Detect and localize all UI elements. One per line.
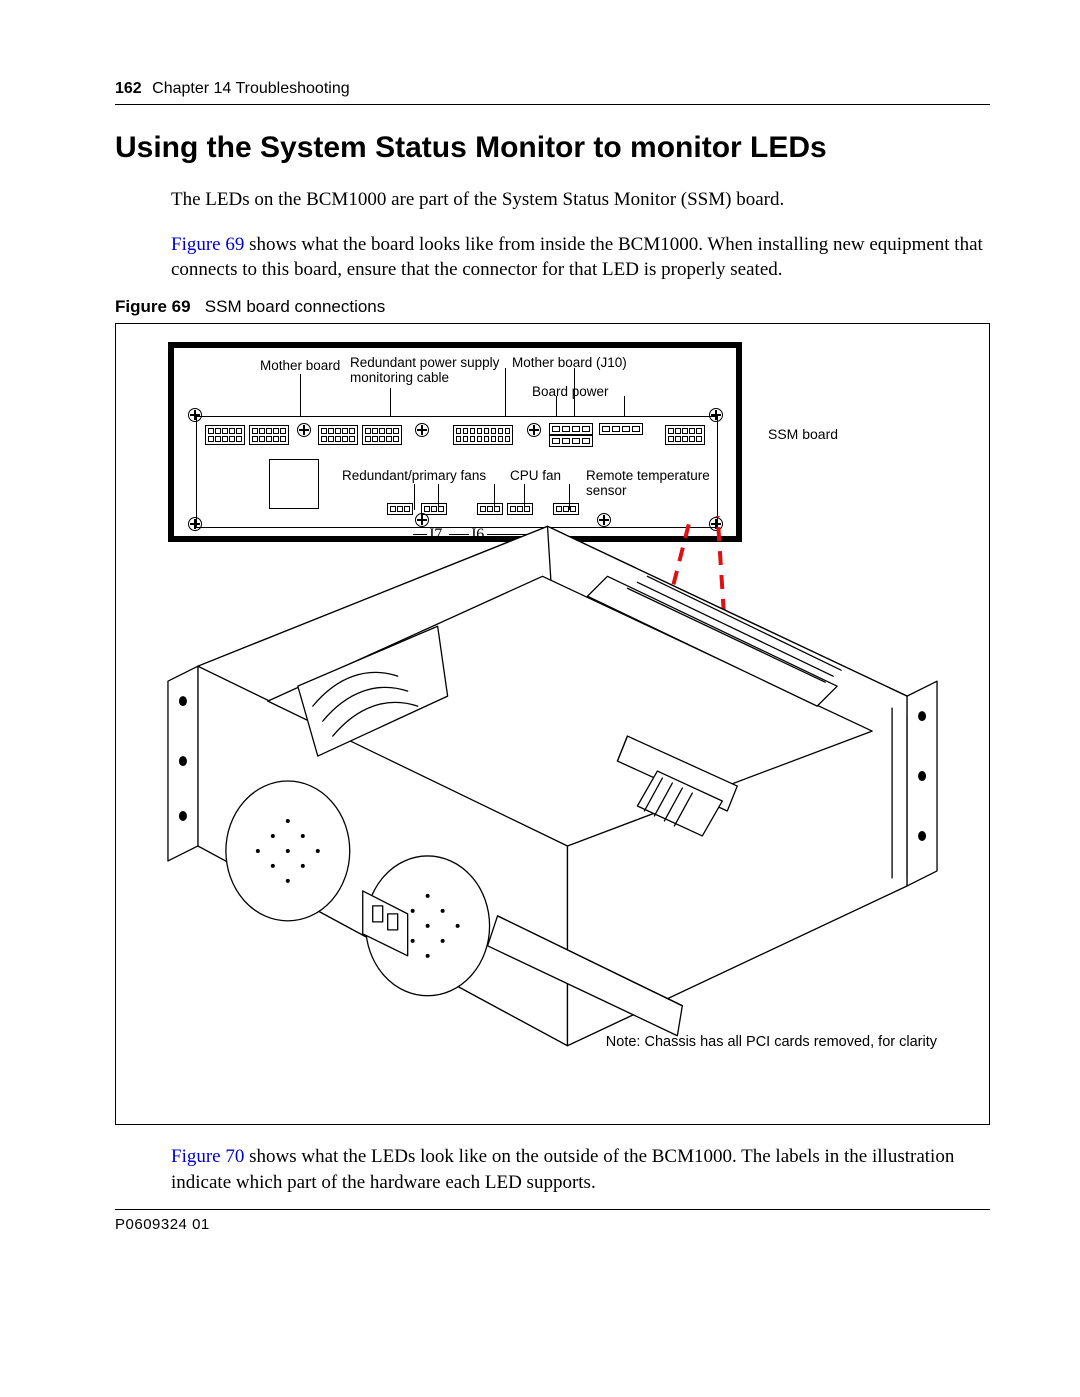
callout-text: Mother board (J10) — [512, 355, 627, 371]
page-number: 162 — [115, 80, 142, 97]
lead-line — [390, 388, 391, 416]
screw-icon — [415, 423, 429, 437]
lead-line — [574, 368, 575, 416]
ic-icon — [269, 459, 319, 509]
connector-icon — [553, 503, 579, 515]
connector-icon — [477, 503, 503, 515]
header-rule — [115, 104, 990, 105]
connector-icon — [549, 435, 593, 447]
screw-icon — [527, 423, 541, 437]
connector-icon — [318, 425, 358, 445]
technical-diagram: Mother board Redundant power supply moni… — [138, 336, 967, 1106]
body-text: shows what the board looks like from ins… — [171, 234, 983, 281]
lead-line — [556, 396, 557, 418]
callout-text: SSM board — [768, 426, 838, 442]
connector-icon — [249, 425, 289, 445]
screw-icon — [188, 408, 202, 422]
body-text: shows what the LEDs look like on the out… — [171, 1146, 954, 1193]
connector-icon — [549, 423, 593, 435]
lead-line — [438, 484, 439, 510]
body-paragraph: Figure 70 shows what the LEDs look like … — [171, 1144, 990, 1195]
footer-doc-id: P0609324 01 — [115, 1209, 990, 1233]
lead-line — [624, 396, 625, 418]
connector-icon — [507, 503, 533, 515]
lead-line — [505, 368, 506, 416]
lead-line — [414, 484, 415, 510]
connector-icon — [387, 503, 413, 515]
lead-line — [569, 484, 570, 510]
callout-text: CPU fan — [510, 468, 561, 484]
ssm-board-detail: Mother board Redundant power supply moni… — [168, 342, 742, 542]
chapter-label: Chapter 14 Troubleshooting — [152, 80, 349, 97]
callout-text: Board power — [532, 384, 609, 400]
connector-icon — [205, 425, 245, 445]
callout-text: Redundant/primary fans — [342, 468, 486, 484]
callout-text: Remote temperature sensor — [586, 468, 716, 499]
running-header: 162 Chapter 14 Troubleshooting — [115, 80, 990, 98]
connector-icon — [599, 423, 643, 435]
connector-icon — [665, 425, 705, 445]
chassis-illustration — [138, 516, 967, 1106]
connector-icon — [362, 425, 402, 445]
lead-line — [494, 484, 495, 510]
screw-icon — [709, 408, 723, 422]
section-heading: Using the System Status Monitor to monit… — [115, 131, 990, 165]
figure-frame: Mother board Redundant power supply moni… — [115, 323, 990, 1125]
connector-icon — [453, 425, 513, 445]
figure-xref-link[interactable]: Figure 69 — [171, 234, 244, 255]
body-paragraph: The LEDs on the BCM1000 are part of the … — [171, 187, 990, 213]
figure-number: Figure 69 — [115, 297, 191, 316]
screw-icon — [297, 423, 311, 437]
figure-xref-link[interactable]: Figure 70 — [171, 1146, 244, 1167]
figure-caption: Figure 69 SSM board connections — [115, 297, 990, 317]
figure-note: Note: Chassis has all PCI cards removed,… — [606, 1034, 937, 1051]
callout-text: Mother board — [260, 358, 340, 374]
figure-title: SSM board connections — [205, 297, 386, 316]
lead-line — [524, 484, 525, 510]
body-paragraph: Figure 69 shows what the board looks lik… — [171, 232, 990, 283]
callout-text: Redundant power supply monitoring cable — [350, 355, 500, 386]
lead-line — [300, 374, 301, 416]
